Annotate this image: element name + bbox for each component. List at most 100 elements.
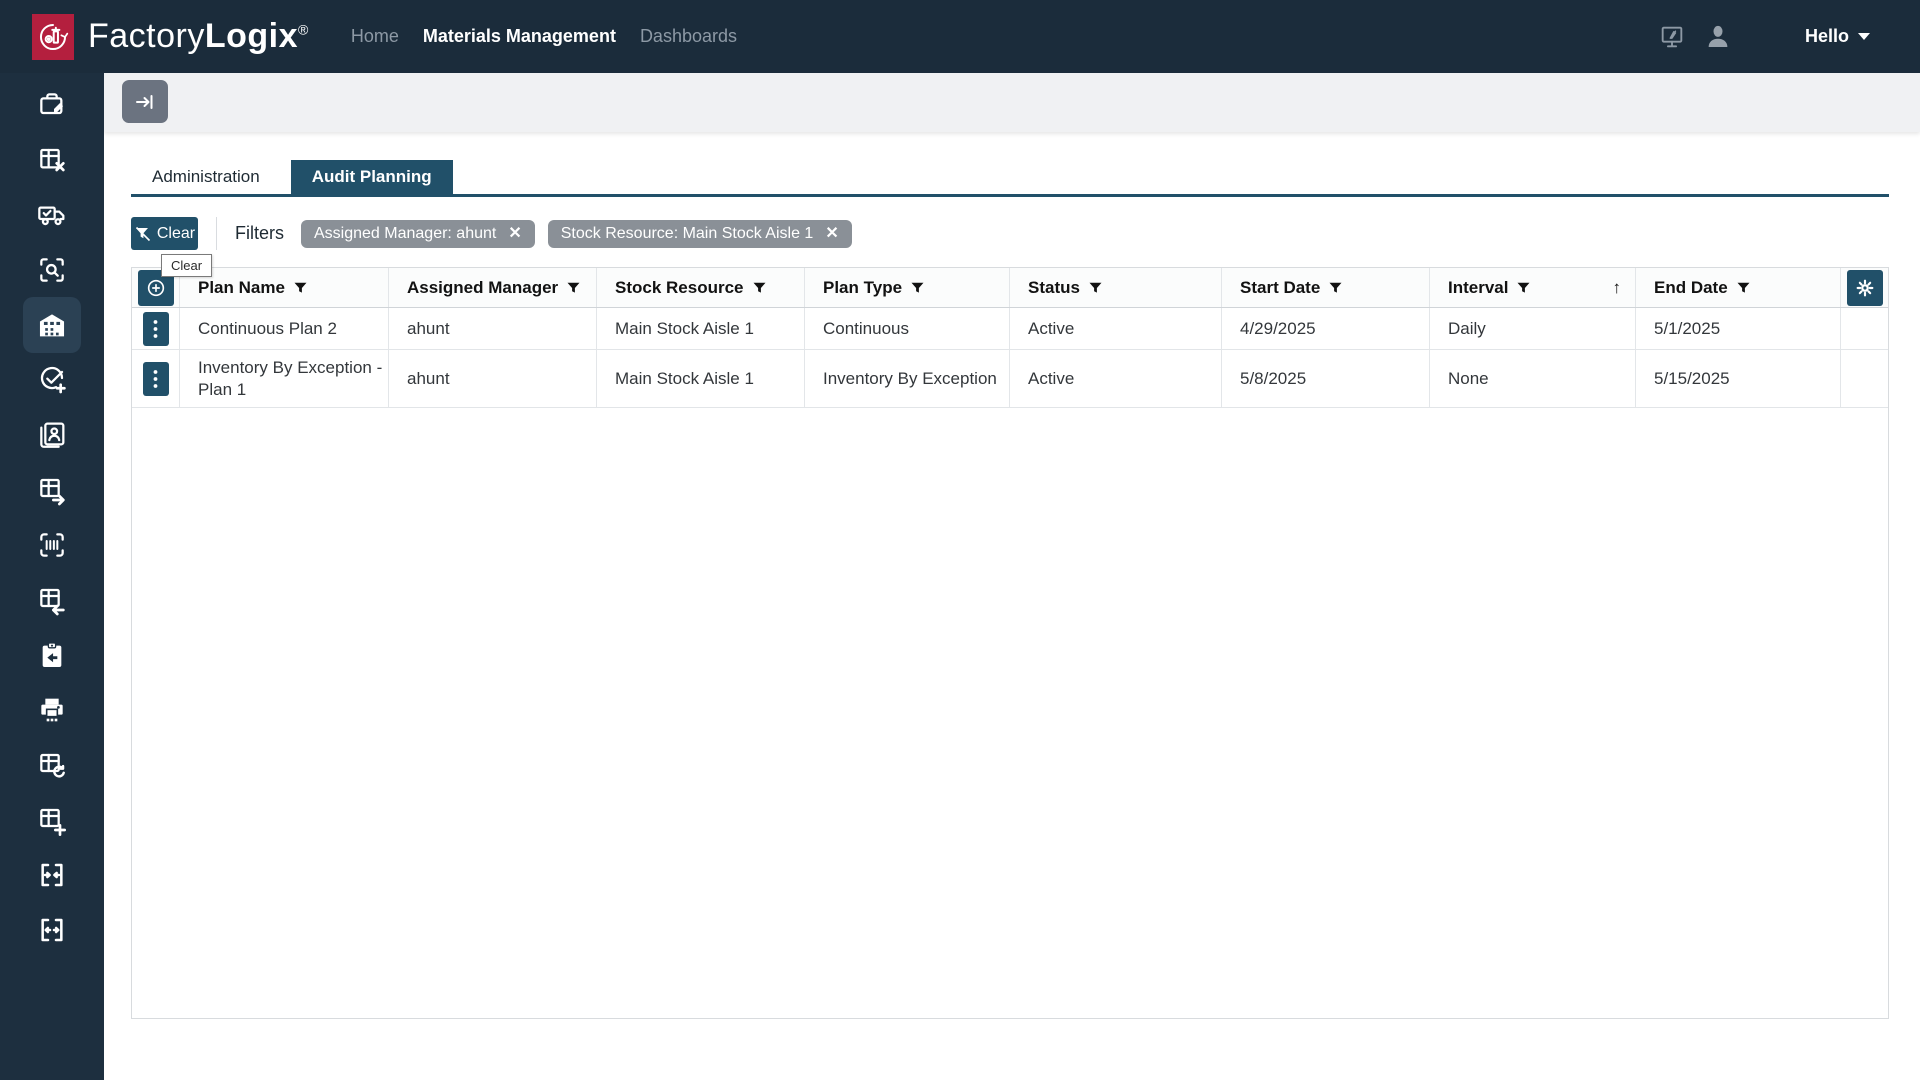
remove-filter-icon[interactable]: ✕ bbox=[825, 226, 838, 242]
filter-funnel-icon[interactable] bbox=[1089, 282, 1102, 294]
monitor-edit-icon[interactable] bbox=[1657, 22, 1687, 52]
chip-label: Assigned Manager: ahunt bbox=[314, 225, 496, 243]
clear-tooltip: Clear bbox=[161, 254, 212, 277]
column-label: Plan Name bbox=[198, 278, 285, 298]
user-menu[interactable]: Hello bbox=[1805, 26, 1870, 47]
filter-funnel-icon[interactable] bbox=[1737, 282, 1750, 294]
filter-funnel-icon[interactable] bbox=[753, 282, 766, 294]
sidebar-item-truck-check[interactable] bbox=[35, 198, 69, 232]
column-header-stock-resource[interactable]: Stock Resource bbox=[597, 268, 805, 307]
contact-card-icon bbox=[36, 419, 68, 451]
brand-title: FactoryLogix® bbox=[88, 17, 309, 56]
filter-funnel-icon[interactable] bbox=[911, 282, 924, 294]
filter-funnel-icon[interactable] bbox=[294, 282, 307, 294]
page-content: Administration Audit Planning Clear Clea… bbox=[104, 160, 1920, 1019]
cell-stock-resource: Main Stock Aisle 1 bbox=[597, 308, 805, 349]
barcode-scan-icon bbox=[36, 529, 68, 561]
sidebar-item-contact-card[interactable] bbox=[35, 418, 69, 452]
table-remove-icon bbox=[36, 144, 68, 176]
app-window: FactoryLogix® Home Materials Management … bbox=[0, 0, 1920, 1080]
plus-circle-icon bbox=[145, 277, 167, 299]
main-nav: Home Materials Management Dashboards bbox=[351, 26, 737, 47]
sidebar-item-barcode-scan[interactable] bbox=[35, 528, 69, 562]
sidebar-item-panels-expand[interactable] bbox=[35, 913, 69, 947]
registered-mark: ® bbox=[298, 22, 309, 38]
sidebar-item-table-refresh[interactable] bbox=[35, 748, 69, 782]
sidebar bbox=[0, 73, 104, 1080]
greeting-label: Hello bbox=[1805, 26, 1849, 47]
column-label: End Date bbox=[1654, 278, 1728, 298]
column-header-plan-type[interactable]: Plan Type bbox=[805, 268, 1010, 307]
row-actions-cell bbox=[132, 350, 180, 407]
table-row[interactable]: Inventory By Exception - Plan 1 ahunt Ma… bbox=[132, 350, 1888, 408]
sidebar-item-panels-merge[interactable] bbox=[35, 858, 69, 892]
sidebar-item-table-export[interactable] bbox=[35, 473, 69, 507]
cell-plan-name: Inventory By Exception - Plan 1 bbox=[180, 350, 389, 407]
panels-merge-icon bbox=[36, 859, 68, 891]
row-menu-button[interactable] bbox=[143, 362, 169, 396]
cell-plan-name: Continuous Plan 2 bbox=[180, 308, 389, 349]
column-header-interval[interactable]: Interval ↑ bbox=[1430, 268, 1636, 307]
arrow-to-bar-icon bbox=[133, 90, 157, 114]
collapse-panel-button[interactable] bbox=[122, 80, 168, 123]
chip-label: Stock Resource: Main Stock Aisle 1 bbox=[561, 225, 814, 243]
briefcase-edit-icon bbox=[36, 89, 68, 121]
table-row[interactable]: Continuous Plan 2 ahunt Main Stock Aisle… bbox=[132, 308, 1888, 350]
column-header-end-date[interactable]: End Date bbox=[1636, 268, 1841, 307]
cell-interval: None bbox=[1430, 350, 1636, 407]
column-label: Stock Resource bbox=[615, 278, 744, 298]
tab-administration[interactable]: Administration bbox=[131, 160, 281, 194]
column-label: Start Date bbox=[1240, 278, 1320, 298]
cell-empty bbox=[1841, 308, 1889, 349]
truck-check-icon bbox=[36, 199, 68, 231]
column-header-start-date[interactable]: Start Date bbox=[1222, 268, 1430, 307]
clipboard-return-icon bbox=[36, 639, 68, 671]
column-header-status[interactable]: Status bbox=[1010, 268, 1222, 307]
sidebar-item-warehouse[interactable] bbox=[23, 297, 81, 353]
cell-interval: Daily bbox=[1430, 308, 1636, 349]
brand-light: Factory bbox=[88, 17, 205, 55]
cell-plan-type: Inventory By Exception bbox=[805, 350, 1010, 407]
gear-icon bbox=[1855, 278, 1875, 298]
clear-filters-button[interactable]: Clear bbox=[131, 217, 198, 250]
cell-start-date: 4/29/2025 bbox=[1222, 308, 1430, 349]
tab-audit-planning[interactable]: Audit Planning bbox=[291, 160, 453, 194]
column-settings-button[interactable] bbox=[1847, 270, 1883, 306]
sidebar-item-table-remove[interactable] bbox=[35, 143, 69, 177]
filter-funnel-icon[interactable] bbox=[1329, 282, 1342, 294]
table-add-icon bbox=[36, 804, 68, 836]
sort-ascending-icon[interactable]: ↑ bbox=[1613, 278, 1622, 298]
filter-funnel-icon[interactable] bbox=[1517, 282, 1530, 294]
column-header-assigned-manager[interactable]: Assigned Manager bbox=[389, 268, 597, 307]
row-menu-button[interactable] bbox=[143, 312, 169, 346]
table-export-icon bbox=[36, 474, 68, 506]
filter-chip-assigned-manager: Assigned Manager: ahunt ✕ bbox=[301, 220, 535, 248]
sidebar-item-search-scan[interactable] bbox=[35, 253, 69, 287]
sidebar-item-briefcase-edit[interactable] bbox=[35, 88, 69, 122]
user-icon[interactable] bbox=[1703, 22, 1733, 52]
secondary-toolbar bbox=[104, 73, 1920, 132]
main-area: Administration Audit Planning Clear Clea… bbox=[104, 73, 1920, 1080]
sidebar-item-printer[interactable] bbox=[35, 693, 69, 727]
table-refresh-icon bbox=[36, 749, 68, 781]
table-header-row: Plan Name Assigned Manager Stock Resourc… bbox=[132, 268, 1888, 308]
brand-bold: Logix bbox=[205, 17, 298, 55]
sidebar-item-clipboard-return[interactable] bbox=[35, 638, 69, 672]
nav-dashboards[interactable]: Dashboards bbox=[640, 26, 737, 47]
factorylogix-logo-icon[interactable] bbox=[32, 14, 74, 60]
nav-home[interactable]: Home bbox=[351, 26, 399, 47]
column-label: Status bbox=[1028, 278, 1080, 298]
sidebar-item-check-add[interactable] bbox=[35, 363, 69, 397]
vertical-ellipsis-icon bbox=[153, 319, 158, 339]
remove-filter-icon[interactable]: ✕ bbox=[508, 226, 521, 242]
nav-materials-management[interactable]: Materials Management bbox=[423, 26, 616, 47]
check-add-icon bbox=[36, 364, 68, 396]
cell-assigned-manager: ahunt bbox=[389, 308, 597, 349]
filter-chip-stock-resource: Stock Resource: Main Stock Aisle 1 ✕ bbox=[548, 220, 852, 248]
filter-funnel-icon[interactable] bbox=[567, 282, 580, 294]
chevron-down-icon bbox=[1858, 33, 1870, 40]
top-bar: FactoryLogix® Home Materials Management … bbox=[0, 0, 1920, 73]
sidebar-item-table-add[interactable] bbox=[35, 803, 69, 837]
sidebar-item-table-import[interactable] bbox=[35, 583, 69, 617]
cell-end-date: 5/1/2025 bbox=[1636, 308, 1841, 349]
